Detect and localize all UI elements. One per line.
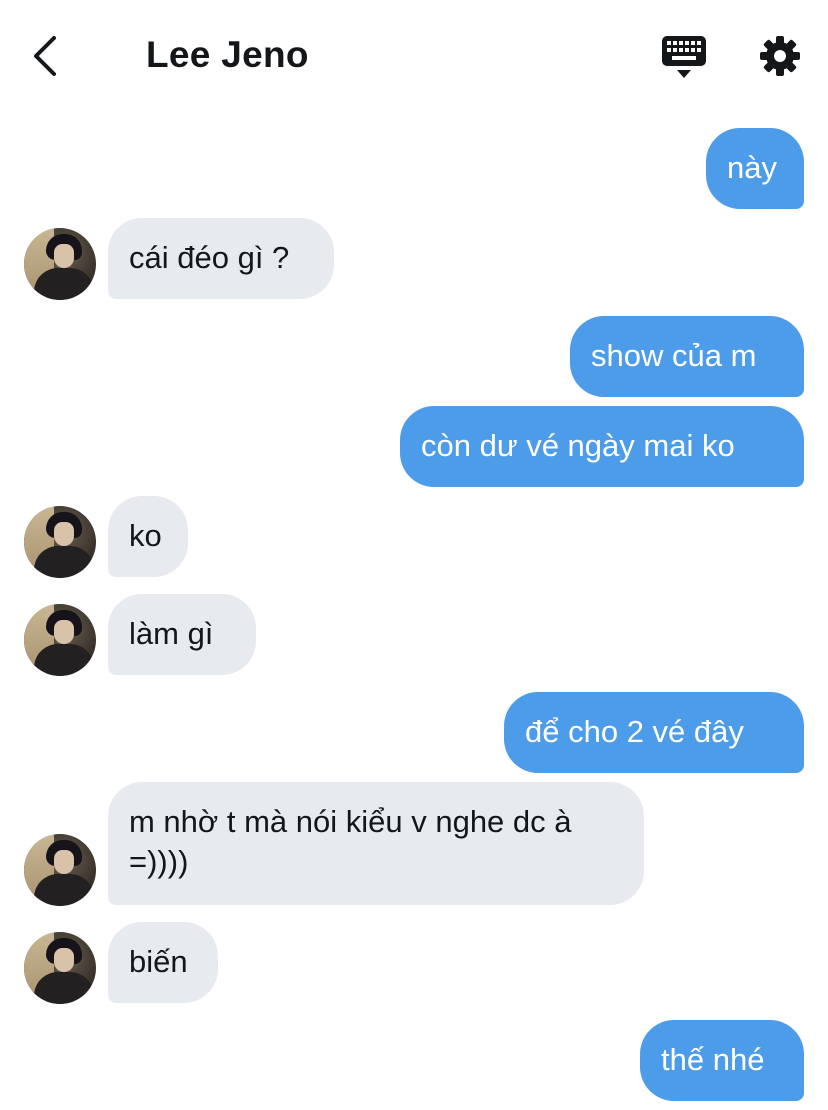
message-bubble-incoming[interactable]: m nhờ t mà nói kiểu v nghe dc à =)))): [108, 782, 644, 905]
keyboard-button[interactable]: [660, 34, 708, 80]
conversation-title[interactable]: Lee Jeno: [146, 34, 309, 76]
message-bubble-outgoing[interactable]: để cho 2 vé đây: [504, 692, 804, 773]
contact-avatar[interactable]: [24, 834, 96, 906]
message-bubble-outgoing[interactable]: show của m: [570, 316, 804, 397]
back-button[interactable]: [28, 32, 68, 80]
chevron-left-icon: [34, 36, 56, 76]
message-bubble-incoming[interactable]: cái đéo gì ?: [108, 218, 334, 299]
message-bubble-incoming[interactable]: làm gì: [108, 594, 256, 675]
message-bubble-outgoing[interactable]: thế nhé: [640, 1020, 804, 1101]
chat-header: Lee Jeno: [0, 0, 828, 112]
message-bubble-outgoing[interactable]: còn dư vé ngày mai ko: [400, 406, 804, 487]
contact-avatar[interactable]: [24, 228, 96, 300]
gear-icon: [760, 36, 800, 76]
contact-avatar[interactable]: [24, 604, 96, 676]
message-bubble-incoming[interactable]: biến: [108, 922, 218, 1003]
keyboard-icon: [662, 36, 706, 78]
settings-button[interactable]: [758, 34, 802, 78]
message-bubble-outgoing[interactable]: này: [706, 128, 804, 209]
contact-avatar[interactable]: [24, 506, 96, 578]
message-bubble-incoming[interactable]: ko: [108, 496, 188, 577]
contact-avatar[interactable]: [24, 932, 96, 1004]
